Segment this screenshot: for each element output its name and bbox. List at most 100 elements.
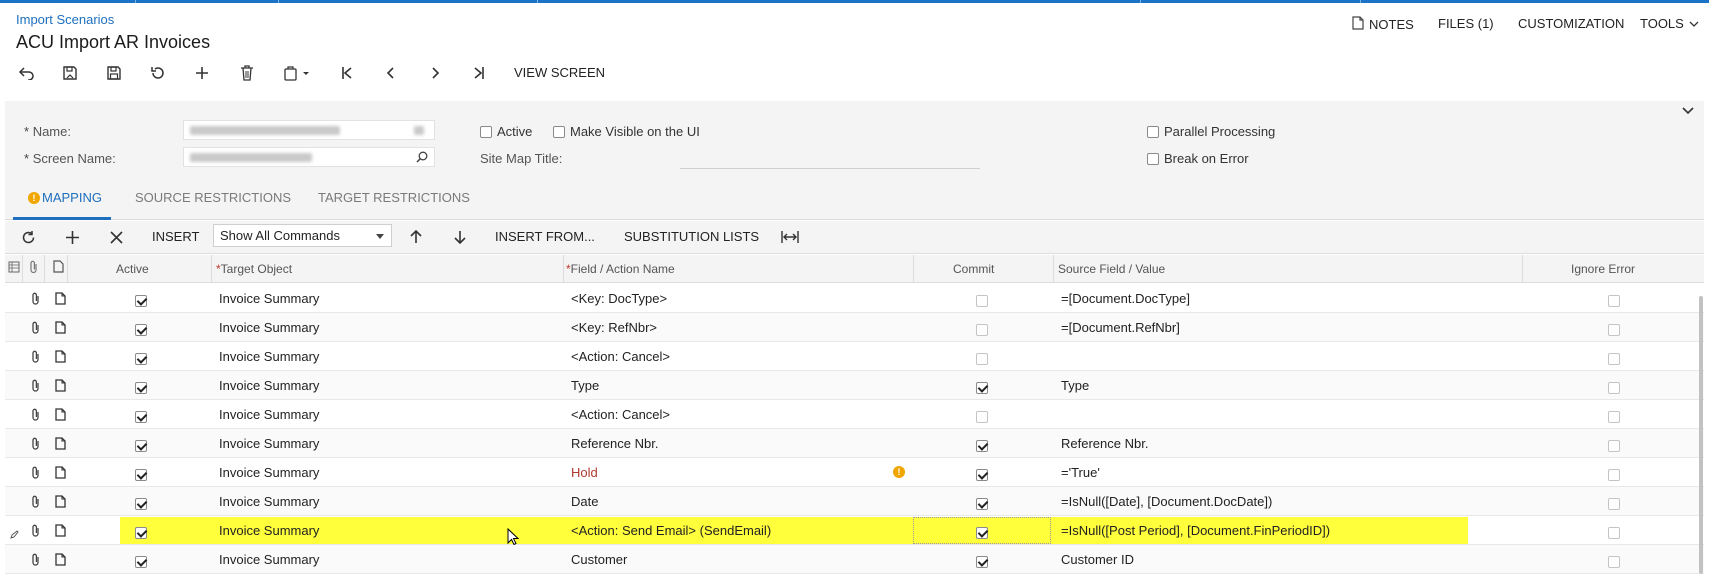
ignore-error-checkbox[interactable] — [1608, 437, 1620, 452]
commit-checkbox-box[interactable] — [976, 381, 988, 394]
active-checkbox[interactable] — [135, 292, 147, 307]
field-action-cell[interactable]: <Action: Cancel> — [571, 407, 670, 422]
add-icon[interactable] — [191, 62, 213, 84]
commit-checkbox-box[interactable] — [976, 439, 988, 452]
insert-from-button[interactable]: INSERT FROM... — [495, 229, 595, 244]
commit-checkbox[interactable] — [976, 553, 988, 568]
table-row[interactable]: Invoice Summary Type Type — [5, 371, 1704, 400]
insert-button[interactable]: INSERT — [152, 229, 199, 244]
ignore-error-checkbox[interactable] — [1608, 553, 1620, 568]
field-action-cell[interactable]: <Key: RefNbr> — [571, 320, 657, 335]
customization-button[interactable]: CUSTOMIZATION — [1518, 16, 1624, 31]
column-header-target-object[interactable]: *Target Object — [216, 262, 292, 276]
ignore-error-checkbox-box[interactable] — [1608, 439, 1620, 452]
note-icon[interactable] — [55, 379, 66, 395]
search-icon[interactable] — [416, 151, 428, 166]
back-icon[interactable] — [16, 62, 38, 84]
active-checkbox-box[interactable] — [135, 410, 147, 423]
source-field-cell[interactable]: Customer ID — [1061, 552, 1134, 567]
source-field-cell[interactable]: =IsNull([Date], [Document.DocDate]) — [1061, 494, 1272, 509]
notes-button[interactable]: NOTES — [1352, 16, 1414, 33]
active-checkbox[interactable] — [135, 495, 147, 510]
first-record-icon[interactable] — [336, 62, 358, 84]
ignore-error-checkbox[interactable] — [1608, 321, 1620, 336]
commit-checkbox[interactable] — [976, 466, 988, 481]
ignore-error-checkbox-box[interactable] — [1608, 323, 1620, 336]
column-header-source-field[interactable]: Source Field / Value — [1058, 262, 1165, 276]
ignore-error-checkbox-box[interactable] — [1608, 381, 1620, 394]
parallel-processing-checkbox-box[interactable] — [1147, 125, 1159, 138]
target-object-cell[interactable]: Invoice Summary — [219, 378, 319, 393]
table-row[interactable]: Invoice Summary <Action: Cancel> — [5, 400, 1704, 429]
commit-checkbox[interactable] — [976, 379, 988, 394]
refresh-icon[interactable] — [17, 226, 39, 248]
active-checkbox-box[interactable] — [135, 526, 147, 539]
table-row[interactable]: Invoice Summary Reference Nbr. Reference N… — [5, 429, 1704, 458]
copy-paste-icon[interactable] — [281, 62, 315, 84]
active-checkbox[interactable] — [135, 437, 147, 452]
source-field-cell[interactable]: Reference Nbr. — [1061, 436, 1148, 451]
make-visible-checkbox[interactable]: Make Visible on the UI — [553, 124, 700, 139]
note-icon[interactable] — [55, 553, 66, 569]
field-action-cell[interactable]: Reference Nbr. — [571, 436, 658, 451]
attachment-icon[interactable] — [31, 408, 41, 424]
row-selector-icon[interactable] — [8, 261, 20, 276]
active-checkbox[interactable] — [135, 524, 147, 539]
save-close-icon[interactable] — [59, 62, 81, 84]
field-action-cell[interactable]: <Key: DocType> — [571, 291, 667, 306]
active-checkbox-box[interactable] — [135, 468, 147, 481]
parallel-processing-checkbox[interactable]: Parallel Processing — [1147, 124, 1275, 139]
active-checkbox[interactable] — [135, 321, 147, 336]
attachment-icon[interactable] — [31, 350, 41, 366]
commit-checkbox[interactable] — [976, 495, 988, 510]
ignore-error-checkbox[interactable] — [1608, 379, 1620, 394]
tab-target-restrictions[interactable]: TARGET RESTRICTIONS — [318, 190, 470, 205]
table-row[interactable]: Invoice Summary Date =IsNull([Date], [Docu… — [5, 487, 1704, 516]
screen-name-field[interactable] — [183, 147, 435, 167]
attachment-icon[interactable] — [31, 437, 41, 453]
target-object-cell[interactable]: Invoice Summary — [219, 523, 319, 538]
active-checkbox-box[interactable] — [135, 497, 147, 510]
name-field[interactable] — [183, 120, 435, 140]
ignore-error-checkbox[interactable] — [1608, 408, 1620, 423]
ignore-error-checkbox-box[interactable] — [1608, 555, 1620, 568]
commit-checkbox-box[interactable] — [976, 468, 988, 481]
active-checkbox-box[interactable] — [135, 294, 147, 307]
field-action-cell[interactable]: Type — [571, 378, 599, 393]
target-object-cell[interactable]: Invoice Summary — [219, 494, 319, 509]
column-header-commit[interactable]: Commit — [953, 262, 994, 276]
attachment-icon[interactable] — [31, 321, 41, 337]
note-icon[interactable] — [55, 466, 66, 482]
ignore-error-checkbox[interactable] — [1608, 292, 1620, 307]
tab-source-restrictions[interactable]: SOURCE RESTRICTIONS — [135, 190, 291, 205]
active-checkbox-box[interactable] — [135, 352, 147, 365]
tab-mapping[interactable]: ! MAPPING — [28, 190, 102, 205]
ignore-error-checkbox-box[interactable] — [1608, 497, 1620, 510]
table-row[interactable]: Invoice Summary Customer Customer ID — [5, 545, 1704, 574]
delete-row-icon[interactable] — [105, 226, 127, 248]
view-screen-button[interactable]: VIEW SCREEN — [514, 65, 605, 80]
substitution-lists-button[interactable]: SUBSTITUTION LISTS — [624, 229, 759, 244]
active-checkbox-box[interactable] — [135, 381, 147, 394]
fit-columns-icon[interactable] — [779, 226, 801, 248]
attachment-icon[interactable] — [31, 466, 41, 482]
commit-checkbox-box[interactable] — [976, 555, 988, 568]
make-visible-checkbox-box[interactable] — [553, 125, 565, 138]
commit-checkbox-box[interactable] — [976, 294, 988, 307]
add-row-icon[interactable] — [61, 226, 83, 248]
table-row[interactable]: Invoice Summary <Key: RefNbr> =[Document.R… — [5, 313, 1704, 342]
breadcrumb[interactable]: Import Scenarios — [16, 12, 114, 27]
source-field-cell[interactable]: =[Document.RefNbr] — [1061, 320, 1180, 335]
delete-icon[interactable] — [236, 62, 258, 84]
save-icon[interactable] — [103, 62, 125, 84]
note-icon[interactable] — [55, 495, 66, 511]
tools-button[interactable]: TOOLS — [1640, 16, 1699, 31]
ignore-error-checkbox[interactable] — [1608, 524, 1620, 539]
attachment-icon[interactable] — [31, 495, 41, 511]
field-action-cell[interactable]: Customer — [571, 552, 627, 567]
active-checkbox-box[interactable] — [135, 439, 147, 452]
target-object-cell[interactable]: Invoice Summary — [219, 552, 319, 567]
table-row[interactable]: Invoice Summary Hold! ='True' — [5, 458, 1704, 487]
target-object-cell[interactable]: Invoice Summary — [219, 291, 319, 306]
note-icon[interactable] — [55, 350, 66, 366]
